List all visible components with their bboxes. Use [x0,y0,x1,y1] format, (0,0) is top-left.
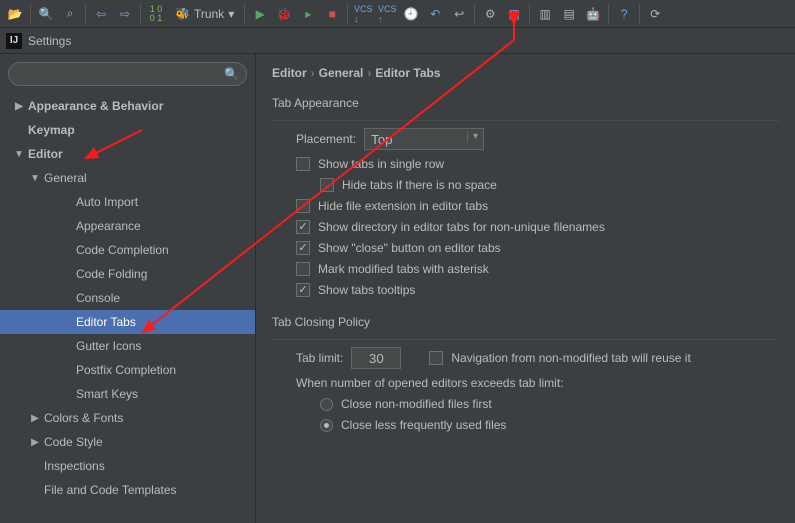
breadcrumb: Editor›General›Editor Tabs [272,66,779,80]
stop-icon[interactable]: ■ [321,3,343,25]
sidebar-item-label: Inspections [44,459,105,473]
help-icon[interactable]: ? [613,3,635,25]
tab-limit-label: Tab limit: [296,351,343,365]
bee-icon: 🐝 [175,7,190,21]
sidebar-item-code-completion[interactable]: Code Completion [0,238,255,262]
sidebar-item-label: Code Style [44,435,103,449]
sidebar-item-label: Editor [28,147,63,161]
chk-show-dir[interactable] [296,220,310,234]
twisty-icon: ▶ [14,101,24,112]
vcs-update-icon[interactable]: VCS↓ [352,3,374,25]
sidebar-item-label: Console [76,291,120,305]
twisty-icon: ▼ [30,173,40,184]
section-closing-policy: Tab Closing Policy [272,315,779,329]
placement-select[interactable]: Top [364,128,484,150]
sidebar-item-keymap[interactable]: Keymap [0,118,255,142]
project-structure-icon[interactable]: ▦ [503,3,525,25]
twisty-icon: ▶ [30,413,40,424]
sidebar-item-editor-tabs[interactable]: Editor Tabs [0,310,255,334]
trunk-selector[interactable]: 🐝Trunk ▾ [169,7,240,21]
chk-show-tooltips[interactable] [296,283,310,297]
search-field-icon: 🔍 [224,67,239,81]
sidebar-item-appearance-behavior[interactable]: ▶ Appearance & Behavior [0,94,255,118]
back-icon[interactable]: ⇦ [90,3,112,25]
android-icon[interactable]: 🤖 [582,3,604,25]
revert-icon[interactable]: ↶ [424,3,446,25]
twisty-icon: ▶ [30,437,40,448]
window-title-row: IJ Settings [0,28,795,54]
open-file-icon[interactable]: 📂 [4,3,26,25]
sidebar-item-label: Code Folding [76,267,147,281]
sidebar-item-appearance[interactable]: Appearance [0,214,255,238]
sidebar-item-label: Auto Import [76,195,138,209]
sidebar-item-auto-import[interactable]: Auto Import [0,190,255,214]
sidebar-item-label: Colors & Fonts [44,411,123,425]
sdk-manager-icon[interactable]: ▥ [534,3,556,25]
window-title: Settings [28,34,71,48]
chk-single-row[interactable] [296,157,310,171]
twisty-icon: ▼ [14,149,24,160]
binary-icon[interactable]: 1 00 1 [145,3,167,25]
chk-mark-modified[interactable] [296,262,310,276]
sidebar-item-gutter-icons[interactable]: Gutter Icons [0,334,255,358]
run-icon[interactable]: ▶ [249,3,271,25]
sidebar-item-colors-fonts[interactable]: ▶ Colors & Fonts [0,406,255,430]
sidebar-item-postfix-completion[interactable]: Postfix Completion [0,358,255,382]
sidebar-item-console[interactable]: Console [0,286,255,310]
search-icon[interactable]: 🔍 [35,3,57,25]
radio-close-nonmod[interactable] [320,398,333,411]
settings-icon[interactable]: ⚙ [479,3,501,25]
sidebar-item-file-and-code-templates[interactable]: File and Code Templates [0,478,255,502]
sidebar-item-label: General [44,171,87,185]
sidebar-item-inspections[interactable]: Inspections [0,454,255,478]
sidebar-item-code-folding[interactable]: Code Folding [0,262,255,286]
sidebar-item-code-style[interactable]: ▶ Code Style [0,430,255,454]
forward-icon[interactable]: ⇨ [114,3,136,25]
search-structural-icon[interactable]: ⌕ [59,3,81,25]
settings-content: Editor›General›Editor Tabs Tab Appearanc… [256,54,795,523]
sidebar-item-label: Appearance [76,219,141,233]
sidebar-item-label: Postfix Completion [76,363,176,377]
sidebar-item-label: Smart Keys [76,387,138,401]
sidebar-item-general[interactable]: ▼ General [0,166,255,190]
coverage-icon[interactable]: ▸ [297,3,319,25]
settings-sidebar: 🔍 ▶ Appearance & Behavior Keymap ▼ Editor ▼ Ge… [0,54,256,523]
tab-limit-input[interactable] [351,347,401,369]
debug-icon[interactable]: 🐞 [273,3,295,25]
sidebar-item-label: File and Code Templates [44,483,177,497]
undo-icon[interactable]: ↩ [448,3,470,25]
vcs-commit-icon[interactable]: VCS↑ [376,3,398,25]
intellij-icon: IJ [6,33,22,49]
search-input[interactable] [8,62,247,86]
main-toolbar: 📂 🔍 ⌕ ⇦ ⇨ 1 00 1 🐝Trunk ▾ ▶ 🐞 ▸ ■ VCS↓ V… [0,0,795,28]
placement-label: Placement: [296,132,356,146]
gradle-sync-icon[interactable]: ⟳ [644,3,666,25]
sidebar-item-label: Code Completion [76,243,169,257]
section-tab-appearance: Tab Appearance [272,96,779,110]
sidebar-item-label: Appearance & Behavior [28,99,163,113]
avd-manager-icon[interactable]: ▤ [558,3,580,25]
sidebar-item-label: Editor Tabs [76,315,136,329]
sidebar-item-label: Keymap [28,123,75,137]
history-icon[interactable]: 🕘 [400,3,422,25]
settings-tree: ▶ Appearance & Behavior Keymap ▼ Editor ▼ Gene… [0,94,255,523]
chk-hide-ext[interactable] [296,199,310,213]
chk-hide-no-space[interactable] [320,178,334,192]
radio-close-less[interactable] [320,419,333,432]
sidebar-item-smart-keys[interactable]: Smart Keys [0,382,255,406]
sidebar-item-editor[interactable]: ▼ Editor [0,142,255,166]
chk-nav-reuse[interactable] [429,351,443,365]
sidebar-item-label: Gutter Icons [76,339,141,353]
chk-show-close[interactable] [296,241,310,255]
exceeds-label: When number of opened editors exceeds ta… [296,376,563,390]
